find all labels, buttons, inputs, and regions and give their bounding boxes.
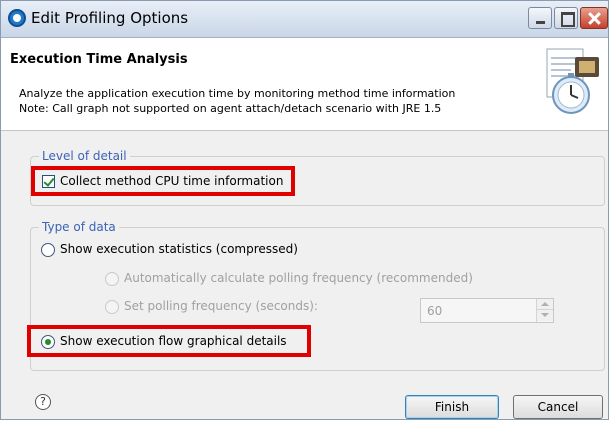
- radio-auto-polling-label: Automatically calculate polling frequenc…: [124, 271, 473, 285]
- highlight-box-execution-flow: [27, 325, 311, 357]
- radio-execution-statistics-label[interactable]: Show execution statistics (compressed): [60, 242, 298, 256]
- dialog-header: Execution Time Analysis Analyze the appl…: [1, 38, 608, 131]
- spinner-buttons: [536, 299, 553, 322]
- maximize-button[interactable]: [554, 7, 578, 29]
- title-bar[interactable]: Edit Profiling Options: [1, 1, 608, 38]
- polling-frequency-value: 60: [427, 304, 443, 318]
- dialog-window: Edit Profiling Options Execution Time An…: [0, 0, 609, 420]
- radio-auto-polling: [105, 272, 119, 286]
- spinner-down-icon: [537, 310, 553, 321]
- window-title: Edit Profiling Options: [31, 9, 189, 27]
- radio-set-polling: [105, 300, 119, 314]
- cancel-button[interactable]: Cancel: [513, 395, 603, 419]
- highlight-box-cpu-time: [31, 166, 295, 196]
- type-of-data-legend: Type of data: [39, 220, 119, 234]
- header-description-line-1: Analyze the application execution time b…: [19, 87, 456, 100]
- spinner-up-icon: [537, 299, 553, 310]
- level-of-detail-legend: Level of detail: [39, 149, 130, 163]
- header-description: Analyze the application execution time b…: [19, 86, 519, 116]
- header-description-line-2: Note: Call graph not supported on agent …: [19, 102, 442, 115]
- help-icon[interactable]: ?: [35, 394, 51, 410]
- polling-frequency-spinner: 60: [420, 298, 554, 323]
- app-icon: [8, 9, 26, 27]
- minimize-button[interactable]: [528, 7, 552, 29]
- stopwatch-document-icon: [546, 48, 599, 114]
- radio-set-polling-label: Set polling frequency (seconds):: [124, 299, 318, 313]
- finish-button[interactable]: Finish: [405, 395, 499, 419]
- close-button[interactable]: [580, 7, 608, 29]
- radio-execution-statistics[interactable]: [41, 243, 55, 257]
- header-title: Execution Time Analysis: [10, 52, 188, 67]
